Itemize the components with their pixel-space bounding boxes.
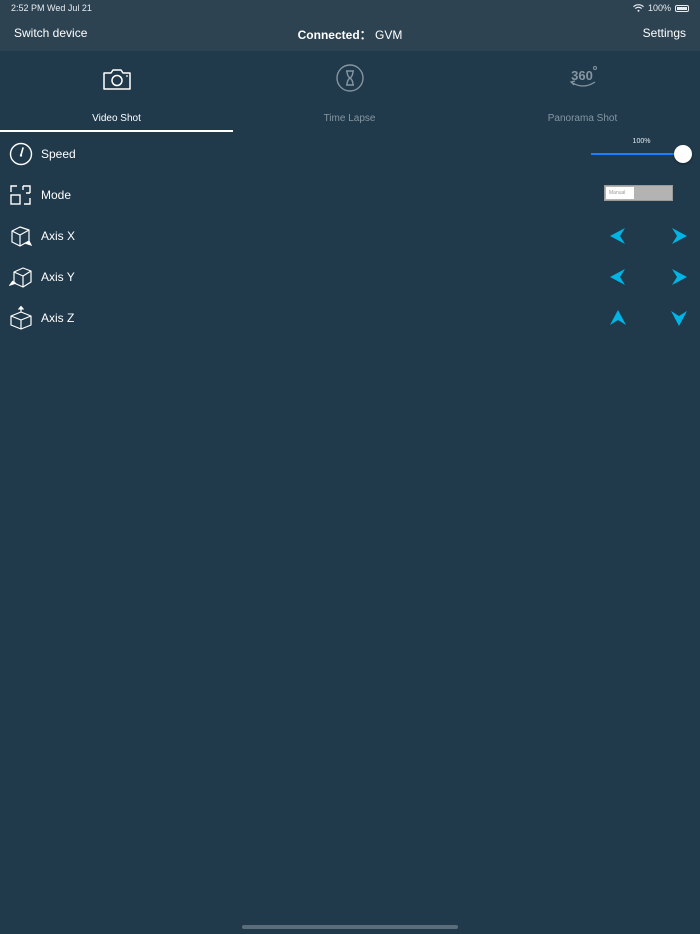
status-bar: 2:52 PM Wed Jul 21 100% <box>0 0 700 16</box>
axis-x-cube-icon <box>11 226 33 247</box>
tab-label: Video Shot <box>92 113 141 124</box>
speed-row: Speed 100% <box>0 133 700 174</box>
axis-x-left-arrow-icon[interactable] <box>609 227 627 245</box>
speed-value: 100% <box>632 138 651 145</box>
axis-y-right-arrow-icon[interactable] <box>670 268 688 286</box>
device-name: GVM <box>375 28 403 42</box>
connected-label: Connected： <box>297 28 372 42</box>
connection-status: Connected： GVM <box>0 26 700 43</box>
status-right: 100% <box>633 3 689 13</box>
mode-row: Mode Manual <box>0 174 700 215</box>
axis-z-row: Axis Z <box>0 297 700 338</box>
axis-y-cube-icon <box>9 267 32 288</box>
speed-slider-handle[interactable] <box>674 145 692 163</box>
nav-bar: Switch device Connected： GVM Settings <box>0 16 700 51</box>
axis-z-label: Axis Z <box>41 311 75 325</box>
hourglass-icon <box>335 64 364 92</box>
axis-z-up-arrow-icon[interactable] <box>609 309 627 327</box>
status-time: 2:52 PM Wed Jul 21 <box>11 3 92 13</box>
speed-slider-track[interactable] <box>591 153 683 155</box>
mode-label: Mode <box>41 188 72 202</box>
tab-time-lapse[interactable]: Time Lapse <box>233 51 466 132</box>
mode-tabs: Video Shot Time Lapse 360 Panorama Shot <box>0 51 700 132</box>
mode-switch[interactable]: Manual <box>604 185 673 201</box>
axis-z-down-arrow-icon[interactable] <box>670 309 688 327</box>
tab-label: Panorama Shot <box>547 113 618 124</box>
camera-icon <box>102 69 131 90</box>
speed-slider[interactable]: 100% <box>591 133 695 174</box>
axis-x-row: Axis X <box>0 215 700 256</box>
wifi-icon <box>633 4 644 12</box>
home-indicator[interactable] <box>242 925 458 929</box>
tab-label: Time Lapse <box>323 113 376 124</box>
axis-x-label: Axis X <box>41 229 76 243</box>
speed-label: Speed <box>41 147 76 161</box>
axis-x-right-arrow-icon[interactable] <box>670 227 688 245</box>
axis-y-label: Axis Y <box>41 270 75 284</box>
speedometer-icon <box>9 142 33 166</box>
axis-z-cube-icon <box>10 306 32 330</box>
mode-icon <box>10 185 31 205</box>
battery-percent: 100% <box>647 3 671 13</box>
tab-video-shot[interactable]: Video Shot <box>0 51 233 132</box>
tab-panorama-shot[interactable]: 360 Panorama Shot <box>466 51 699 132</box>
settings-button[interactable]: Settings <box>643 26 686 40</box>
axis-y-row: Axis Y <box>0 256 700 297</box>
mode-option-manual[interactable]: Manual <box>606 187 634 199</box>
active-tab-indicator <box>0 130 233 132</box>
panorama-360-icon: 360 <box>569 66 597 87</box>
battery-icon <box>675 4 689 12</box>
axis-y-left-arrow-icon[interactable] <box>609 268 627 286</box>
